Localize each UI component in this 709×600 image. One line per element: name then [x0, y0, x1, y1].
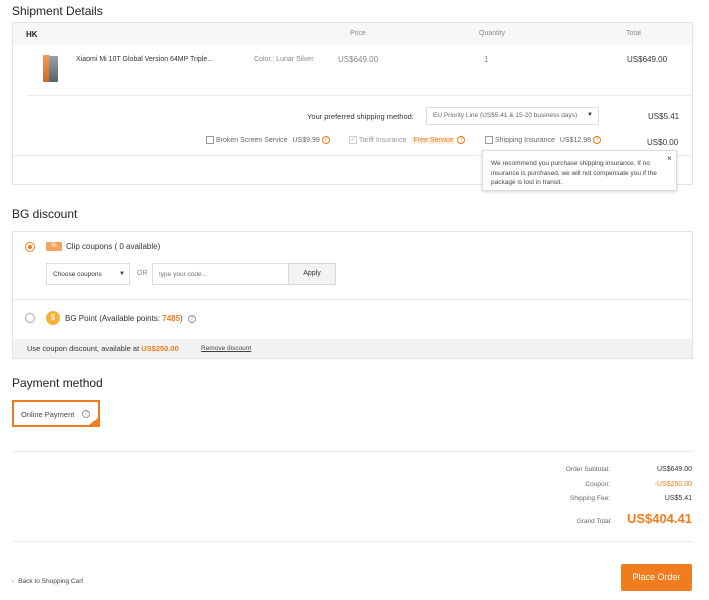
divider [12, 451, 693, 452]
shipping-cost: US$5.41 [648, 112, 680, 121]
tariff-label: Tariff Insurance [358, 136, 407, 144]
shipment-title: Shipment Details [12, 4, 103, 18]
shipping-insurance-checkbox[interactable] [485, 136, 493, 144]
chevron-left-icon: ‹ [12, 578, 15, 585]
back-to-cart-link[interactable]: ‹ Back to Shopping Cart [12, 578, 83, 585]
grand-total-label: Grand Total: [576, 518, 612, 525]
payment-title: Payment method [12, 376, 103, 390]
free-service-badge: Free Service [411, 136, 456, 144]
bg-point-radio[interactable] [25, 313, 35, 323]
shipping-fee-value: US$5.41 [664, 495, 692, 502]
bg-point-close: ) [180, 314, 183, 323]
clip-coupons-radio[interactable] [25, 242, 35, 252]
bg-point-icon: $ [46, 311, 60, 325]
shipping-insurance[interactable]: Shipping Insurance US$12.98 ? [485, 136, 601, 144]
help-icon[interactable]: ? [321, 136, 330, 144]
shipping-method-value: EU Priority Line (US$5.41 & 15-20 busine… [433, 112, 578, 119]
product-total: US$649.00 [627, 55, 668, 64]
bg-point-text: BG Point (Available points: 7485) ? [65, 314, 196, 323]
product-image[interactable] [42, 55, 59, 83]
shipping-method-label: Your preferred shipping method: [307, 112, 414, 121]
close-icon[interactable]: × [667, 154, 672, 163]
grand-total-value: US$404.41 [626, 511, 692, 526]
divider [12, 541, 693, 542]
broken-screen-price: US$9.99 [292, 136, 320, 144]
shipping-method-select[interactable]: EU Priority Line (US$5.41 & 15-20 busine… [426, 107, 599, 125]
apply-button[interactable]: Apply [288, 263, 336, 285]
product-name[interactable]: Xiaomi Mi 10T Global Version 64MP Triple… [76, 56, 213, 63]
product-color: Color.: Lunar Silver [254, 56, 314, 63]
clip-coupons-label: Clip coupons ( 0 available) [66, 242, 161, 251]
shipping-fee-label: Shipping Fee: [569, 495, 610, 502]
tooltip-text: We recommend you purchase shipping insur… [491, 160, 657, 186]
shipping-insurance-price: US$12.98 [559, 136, 591, 144]
help-icon[interactable]: ? [592, 136, 601, 144]
subtotal-label: Order Subtotal: [565, 466, 610, 473]
place-order-button[interactable]: Place Order [621, 564, 692, 591]
col-quantity: Quantity [479, 30, 506, 37]
coupon-value: -US$250.00 [654, 481, 692, 488]
coupon-code-input[interactable] [152, 263, 289, 285]
or-label: OR [137, 270, 148, 277]
divider [13, 299, 692, 300]
choose-coupons-select[interactable]: Choose coupons ▼ [46, 263, 130, 285]
insurance-tooltip: We recommend you purchase shipping insur… [482, 150, 677, 191]
divider [26, 95, 692, 96]
product-quantity: 1 [484, 55, 489, 64]
online-payment-label: Online Payment [21, 410, 75, 419]
chevron-down-icon: ▼ [119, 271, 125, 277]
discount-footer: Use coupon discount, available at US$250… [13, 339, 692, 358]
col-total: Total [626, 30, 641, 37]
online-payment-option[interactable]: Online Payment ? ✓ [12, 400, 100, 427]
help-icon[interactable]: ? [187, 314, 196, 323]
remove-discount-link[interactable]: Remove discount [201, 345, 251, 352]
coupon-label: Coupon: [585, 481, 610, 488]
col-price: Price [350, 30, 366, 37]
back-to-cart-label: Back to Shopping Cart [18, 578, 84, 585]
product-price: US$649.00 [338, 55, 379, 64]
help-icon[interactable]: ? [457, 136, 466, 144]
choose-coupons-label: Choose coupons [53, 271, 102, 278]
help-icon[interactable]: ? [82, 410, 90, 418]
subtotal-value: US$649.00 [656, 466, 692, 473]
services-total: US$0.00 [647, 138, 679, 147]
bg-point-value: 7485 [162, 314, 181, 323]
warehouse-label: HK [26, 30, 38, 39]
bg-point-label: BG Point (Available points: [65, 314, 163, 323]
check-icon: ✓ [94, 417, 100, 423]
chevron-down-icon: ▼ [587, 112, 593, 118]
broken-screen-service[interactable]: Broken Screen Service US$9.99 ? [206, 136, 330, 144]
broken-screen-label: Broken Screen Service [215, 136, 288, 144]
shipping-insurance-label: Shipping Insurance [494, 136, 555, 144]
check-icon: ✓ [349, 136, 357, 144]
broken-screen-checkbox[interactable] [206, 136, 214, 144]
coupon-icon: % [46, 242, 62, 251]
coupon-discount-text: Use coupon discount, available at [27, 344, 140, 353]
tariff-insurance: ✓ Tariff Insurance Free Service ? [349, 136, 466, 144]
discount-title: BG discount [12, 207, 78, 221]
coupon-discount-amount: US$250.00 [141, 344, 179, 353]
